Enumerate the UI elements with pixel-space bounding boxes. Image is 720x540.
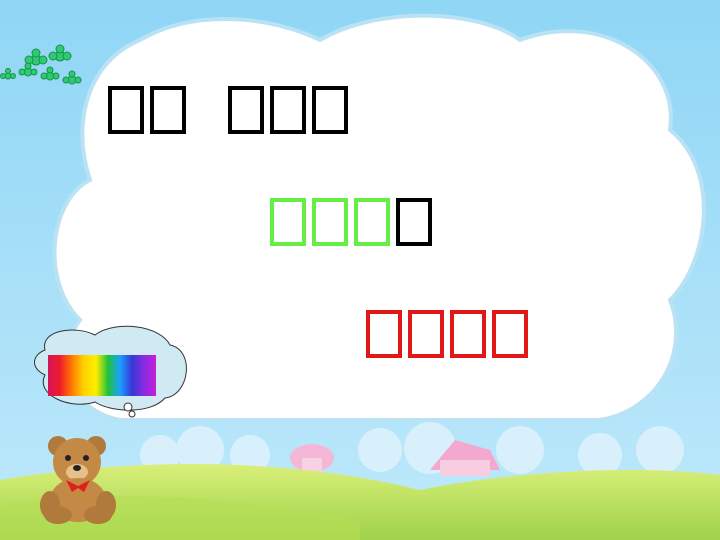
title-line-3 — [366, 310, 528, 358]
background-scene — [0, 0, 720, 540]
glyph-box — [270, 86, 306, 134]
glyph-box — [408, 310, 444, 358]
rainbow-swatch — [48, 355, 156, 396]
glyph-box — [228, 86, 264, 134]
glyph-box — [396, 198, 432, 246]
glyph-box — [366, 310, 402, 358]
glyph-box — [492, 310, 528, 358]
mushroom-house-icon — [290, 444, 334, 472]
glyph-box — [354, 198, 390, 246]
glyph-box — [312, 86, 348, 134]
title-line-1 — [108, 86, 348, 134]
glyph-box — [450, 310, 486, 358]
glyph-box — [108, 86, 144, 134]
glyph-box — [312, 198, 348, 246]
glyph-box — [270, 198, 306, 246]
glyph-box — [150, 86, 186, 134]
title-line-2 — [270, 198, 432, 246]
